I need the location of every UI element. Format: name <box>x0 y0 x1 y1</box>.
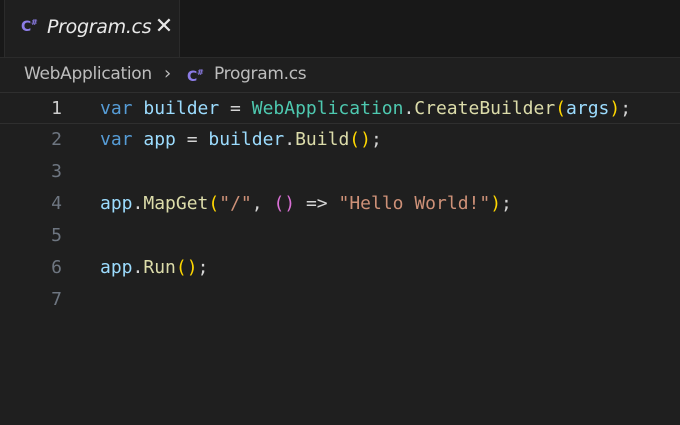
line-number: 2 <box>51 129 62 150</box>
token-keyword: var <box>100 98 133 119</box>
token-keyword: var <box>100 129 133 150</box>
token-dot: . <box>132 193 144 214</box>
svg-text:#: # <box>197 68 204 77</box>
token-semicolon: ; <box>370 129 382 150</box>
token-type: WebApplication <box>251 98 404 119</box>
token-dot: . <box>284 129 296 150</box>
token-dot: . <box>403 98 415 119</box>
token-variable: builder <box>132 98 220 119</box>
code-line[interactable]: 7 <box>0 284 680 316</box>
token-paren: ) <box>284 193 296 214</box>
token-operator: = <box>219 98 252 119</box>
code-text[interactable]: var app = builder.Build(); <box>100 129 382 150</box>
code-line[interactable]: 2 var app = builder.Build(); <box>0 124 680 156</box>
token-paren: ) <box>360 129 371 150</box>
code-line[interactable]: 4 app.MapGet("/", () => "Hello World!"); <box>0 188 680 220</box>
token-paren: ) <box>490 193 502 214</box>
tab-program-cs[interactable]: C # Program.cs ✕ <box>4 0 180 57</box>
token-method: Run <box>143 257 176 278</box>
token-method: MapGet <box>143 193 209 214</box>
token-paren: ( <box>349 129 361 150</box>
token-paren: ( <box>175 257 187 278</box>
code-line[interactable]: 1 var builder = WebApplication.CreateBui… <box>0 92 680 124</box>
token-method: CreateBuilder <box>414 98 556 119</box>
line-number: 6 <box>51 257 62 278</box>
token-paren: ( <box>555 98 567 119</box>
token-dot: . <box>132 257 144 278</box>
token-variable: app <box>100 257 133 278</box>
token-variable: app <box>132 129 176 150</box>
tab-label: Program.cs <box>47 16 152 38</box>
chevron-right-icon: › <box>164 63 171 84</box>
token-variable: app <box>100 193 133 214</box>
code-line[interactable]: 3 <box>0 156 680 188</box>
token-method: Build <box>295 129 350 150</box>
line-number: 1 <box>51 98 62 119</box>
token-paren: ) <box>186 257 198 278</box>
csharp-file-icon: C # <box>187 68 204 85</box>
line-number: 7 <box>51 289 62 310</box>
breadcrumb-project[interactable]: WebApplication <box>24 64 152 84</box>
token-operator: = <box>175 129 209 150</box>
breadcrumb-file[interactable]: Program.cs <box>214 64 307 84</box>
line-number: 3 <box>51 161 62 182</box>
token-paren: ) <box>609 98 621 119</box>
token-comma: , <box>251 193 274 214</box>
line-number: 5 <box>51 225 62 246</box>
token-semicolon: ; <box>197 257 209 278</box>
svg-text:#: # <box>31 18 38 27</box>
tab-bar: C # Program.cs ✕ <box>0 0 680 58</box>
token-string: "Hello World!" <box>338 193 491 214</box>
token-paren: ( <box>208 193 220 214</box>
token-semicolon: ; <box>620 98 632 119</box>
svg-text:C: C <box>21 19 31 35</box>
svg-text:C: C <box>187 69 197 85</box>
code-text[interactable]: app.Run(); <box>100 257 208 278</box>
code-line[interactable]: 6 app.Run(); <box>0 252 680 284</box>
code-text[interactable]: var builder = WebApplication.CreateBuild… <box>100 98 631 119</box>
token-variable: args <box>566 98 610 119</box>
line-number: 4 <box>51 193 62 214</box>
code-line[interactable]: 5 <box>0 220 680 252</box>
csharp-file-icon: C # <box>21 18 38 35</box>
code-text[interactable]: app.MapGet("/", () => "Hello World!"); <box>100 193 512 214</box>
token-arrow: => <box>295 193 339 214</box>
token-paren: ( <box>273 193 285 214</box>
token-semicolon: ; <box>501 193 512 214</box>
token-string: "/" <box>219 193 252 214</box>
token-variable: builder <box>208 129 285 150</box>
close-icon[interactable]: ✕ <box>154 15 174 39</box>
